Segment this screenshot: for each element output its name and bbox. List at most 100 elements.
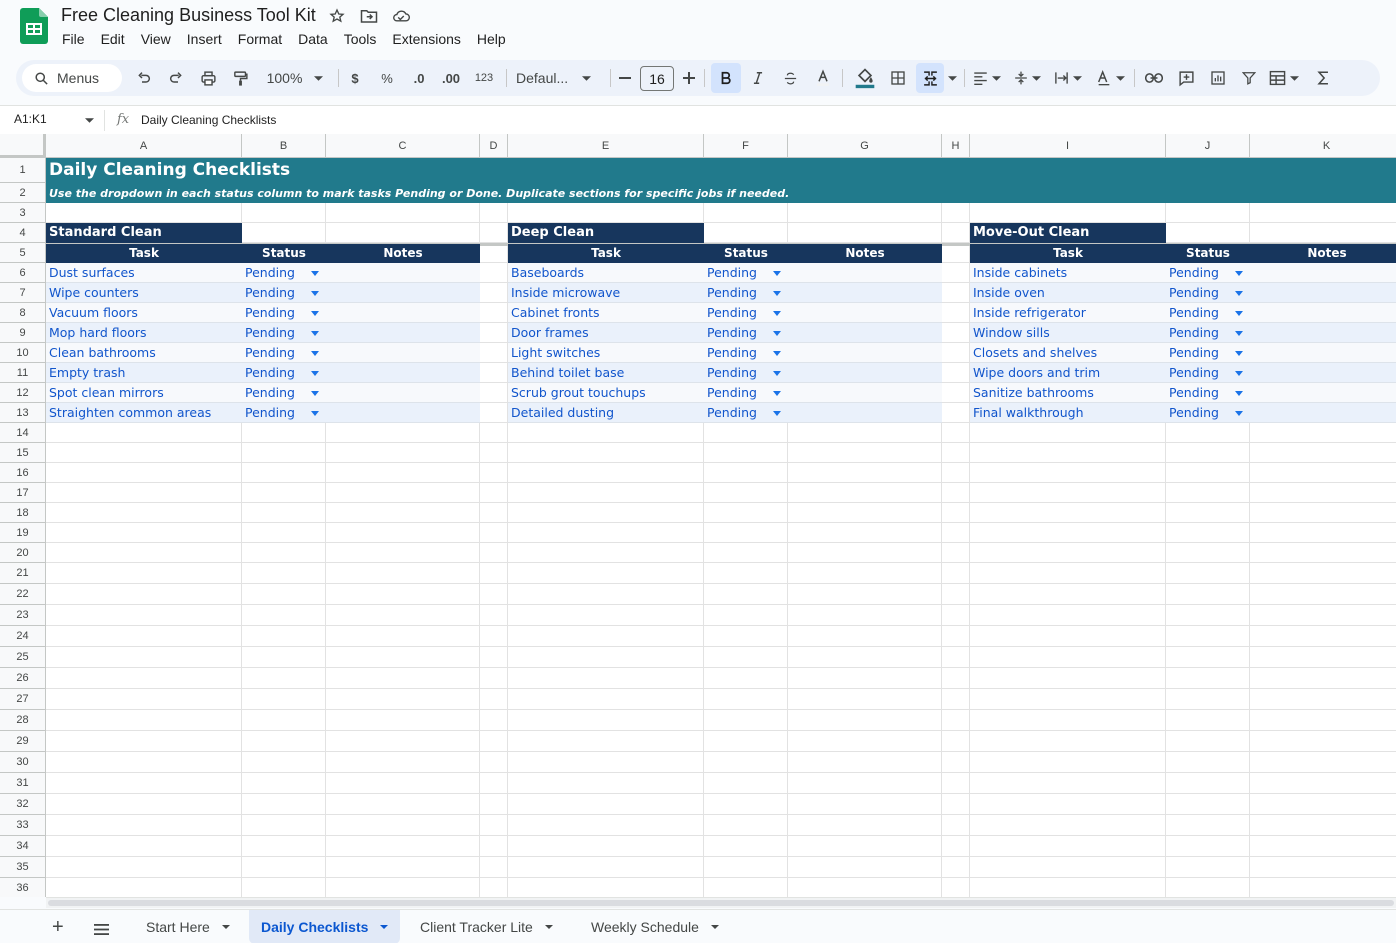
column-header[interactable]: G xyxy=(788,134,942,158)
status-dropdown[interactable]: Pending xyxy=(707,305,757,320)
task-row[interactable]: Baseboards Pending xyxy=(508,263,942,283)
chevron-down-icon[interactable] xyxy=(710,925,719,929)
row-header[interactable]: 23 xyxy=(0,605,46,626)
dropdown-arrow-icon[interactable] xyxy=(1235,331,1243,336)
notes-cell[interactable] xyxy=(326,385,480,403)
increase-font-size-button[interactable] xyxy=(680,60,698,96)
task-row[interactable]: Dust surfaces Pending xyxy=(46,263,480,283)
status-dropdown[interactable]: Pending xyxy=(245,265,295,280)
section-title[interactable]: Deep Clean xyxy=(508,223,704,243)
text-color-button[interactable] xyxy=(812,60,834,96)
row-header[interactable]: 6 xyxy=(0,263,46,283)
star-icon[interactable] xyxy=(328,7,346,25)
paint-format-button[interactable] xyxy=(228,60,252,96)
menu-edit[interactable]: Edit xyxy=(93,30,133,48)
chevron-down-icon[interactable] xyxy=(380,925,389,929)
status-dropdown[interactable]: Pending xyxy=(245,285,295,300)
row-header[interactable]: 9 xyxy=(0,323,46,343)
notes-cell[interactable] xyxy=(1250,285,1396,303)
decrease-font-size-button[interactable] xyxy=(616,60,634,96)
dropdown-arrow-icon[interactable] xyxy=(311,351,319,356)
text-rotation-button[interactable] xyxy=(1092,60,1128,96)
column-header[interactable]: D xyxy=(480,134,508,158)
notes-cell[interactable] xyxy=(326,345,480,363)
increase-decimal-button[interactable]: .00 xyxy=(438,60,464,96)
notes-cell[interactable] xyxy=(326,265,480,283)
row-header[interactable]: 19 xyxy=(0,523,46,543)
status-dropdown[interactable]: Pending xyxy=(707,265,757,280)
notes-cell[interactable] xyxy=(788,345,942,363)
notes-cell[interactable] xyxy=(788,265,942,283)
column-header[interactable]: C xyxy=(326,134,480,158)
dropdown-arrow-icon[interactable] xyxy=(311,391,319,396)
dropdown-arrow-icon[interactable] xyxy=(1235,371,1243,376)
menu-data[interactable]: Data xyxy=(290,30,336,48)
row-header[interactable]: 30 xyxy=(0,752,46,773)
zoom-select[interactable]: 100% xyxy=(260,60,330,96)
dropdown-arrow-icon[interactable] xyxy=(1235,271,1243,276)
tab-client-tracker-lite[interactable]: Client Tracker Lite xyxy=(420,910,553,943)
task-row[interactable]: Inside microwave Pending xyxy=(508,283,942,303)
notes-cell[interactable] xyxy=(788,365,942,383)
dropdown-arrow-icon[interactable] xyxy=(1235,291,1243,296)
row-header[interactable]: 10 xyxy=(0,343,46,363)
status-dropdown[interactable]: Pending xyxy=(707,385,757,400)
name-box[interactable]: A1:K1 xyxy=(14,112,47,126)
task-row[interactable]: Scrub grout touchups Pending xyxy=(508,383,942,403)
insert-link-button[interactable] xyxy=(1142,60,1166,96)
menu-extensions[interactable]: Extensions xyxy=(384,30,468,48)
notes-cell[interactable] xyxy=(788,305,942,323)
font-size-input[interactable]: 16 xyxy=(640,66,674,91)
dropdown-arrow-icon[interactable] xyxy=(773,271,781,276)
task-row[interactable]: Inside cabinets Pending xyxy=(970,263,1396,283)
borders-button[interactable] xyxy=(886,60,910,96)
task-row[interactable]: Clean bathrooms Pending xyxy=(46,343,480,363)
notes-cell[interactable] xyxy=(1250,305,1396,323)
notes-cell[interactable] xyxy=(326,405,480,423)
dropdown-arrow-icon[interactable] xyxy=(1235,311,1243,316)
section-header-row[interactable]: Task Status Notes xyxy=(970,244,1396,263)
task-row[interactable]: Behind toilet base Pending xyxy=(508,363,942,383)
chevron-down-icon[interactable] xyxy=(85,118,94,123)
status-dropdown[interactable]: Pending xyxy=(245,365,295,380)
decrease-decimal-button[interactable]: .0 xyxy=(406,60,432,96)
row-header[interactable]: 24 xyxy=(0,626,46,647)
horizontal-scrollbar[interactable] xyxy=(46,897,1396,908)
status-dropdown[interactable]: Pending xyxy=(707,405,757,420)
sheets-logo-icon[interactable] xyxy=(20,8,48,44)
dropdown-arrow-icon[interactable] xyxy=(311,371,319,376)
task-row[interactable]: Final walkthrough Pending xyxy=(970,403,1396,423)
status-dropdown[interactable]: Pending xyxy=(245,325,295,340)
notes-cell[interactable] xyxy=(326,325,480,343)
row-header[interactable]: 28 xyxy=(0,710,46,731)
dropdown-arrow-icon[interactable] xyxy=(773,331,781,336)
row-header[interactable]: 35 xyxy=(0,857,46,878)
fill-color-button[interactable] xyxy=(852,60,878,96)
row-header[interactable]: 26 xyxy=(0,668,46,689)
move-folder-icon[interactable] xyxy=(360,7,378,25)
filter-button[interactable] xyxy=(1238,60,1260,96)
column-header[interactable]: A xyxy=(46,134,242,158)
section-title[interactable]: Move-Out Clean xyxy=(970,223,1166,243)
currency-format-button[interactable]: $ xyxy=(344,60,366,96)
task-row[interactable]: Inside refrigerator Pending xyxy=(970,303,1396,323)
row-header[interactable]: 14 xyxy=(0,423,46,443)
all-sheets-menu-icon[interactable] xyxy=(94,924,109,935)
row-header[interactable]: 1 xyxy=(0,158,46,183)
status-dropdown[interactable]: Pending xyxy=(707,365,757,380)
functions-button[interactable] xyxy=(1312,60,1334,96)
notes-cell[interactable] xyxy=(1250,405,1396,423)
row-header[interactable]: 3 xyxy=(0,203,46,223)
row-header[interactable]: 11 xyxy=(0,363,46,383)
task-row[interactable]: Closets and shelves Pending xyxy=(970,343,1396,363)
row-header[interactable]: 33 xyxy=(0,815,46,836)
dropdown-arrow-icon[interactable] xyxy=(311,291,319,296)
row-header[interactable]: 34 xyxy=(0,836,46,857)
cloud-status-icon[interactable] xyxy=(392,7,410,25)
spreadsheet-grid[interactable]: ABCDEFGHIJK 1 2 3 4 5 6 7 8 9 10 11 12 13 14 15 16 17 18 1… xyxy=(0,134,1396,897)
task-row[interactable]: Cabinet fronts Pending xyxy=(508,303,942,323)
row-header[interactable]: 12 xyxy=(0,383,46,403)
notes-cell[interactable] xyxy=(1250,345,1396,363)
dropdown-arrow-icon[interactable] xyxy=(773,291,781,296)
row-header[interactable]: 18 xyxy=(0,503,46,523)
